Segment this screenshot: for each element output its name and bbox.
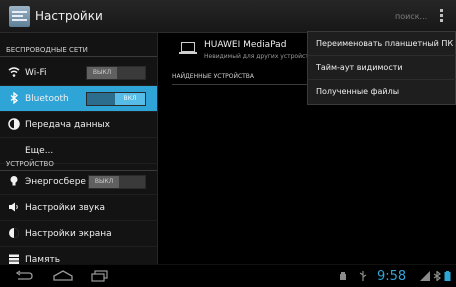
device-visibility: Невидимый для других устройств bbox=[204, 53, 313, 60]
search-button[interactable]: поиск... bbox=[395, 12, 427, 21]
sidebar-item-sound[interactable]: Настройки звука bbox=[0, 195, 157, 221]
sidebar-item-label: Wi-Fi bbox=[25, 68, 47, 78]
power-saving-toggle[interactable]: ВЫКЛ bbox=[88, 175, 146, 189]
sidebar-item-wifi[interactable]: Wi-Fi ВЫКЛ bbox=[0, 60, 157, 86]
back-icon[interactable] bbox=[14, 270, 34, 282]
sidebar-item-label: Настройки экрана bbox=[25, 229, 112, 239]
menu-item-visibility-timeout[interactable]: Тайм-аут видимости bbox=[308, 56, 456, 80]
settings-list: БЕСПРОВОДНЫЕ СЕТИ Wi-Fi ВЫКЛ Bluetooth В… bbox=[0, 33, 157, 273]
device-name[interactable]: HUAWEI MediaPad bbox=[204, 40, 286, 50]
sidebar-item-data-usage[interactable]: Передача данных bbox=[0, 112, 157, 138]
system-nav-bar: 9:58 bbox=[0, 264, 456, 287]
sidebar-item-display[interactable]: Настройки экрана bbox=[0, 221, 157, 247]
toggle-state: ВЫКЛ bbox=[89, 176, 119, 188]
clock: 9:58 bbox=[377, 269, 407, 284]
lightbulb-icon bbox=[8, 175, 20, 187]
battery-icon bbox=[444, 271, 451, 281]
toggle-state: ВКЛ bbox=[115, 93, 145, 105]
laptop-icon bbox=[179, 42, 197, 54]
overflow-menu-icon[interactable] bbox=[440, 9, 444, 24]
bluetooth-toggle[interactable]: ВКЛ bbox=[86, 92, 146, 106]
signal-icon bbox=[420, 271, 430, 281]
wifi-icon bbox=[8, 66, 20, 78]
wifi-toggle[interactable]: ВЫКЛ bbox=[86, 66, 146, 80]
overflow-menu: Переименовать планшетный ПК Тайм-аут вид… bbox=[307, 31, 456, 105]
sidebar-item-power-saving[interactable]: Энергосбере ВЫКЛ bbox=[0, 169, 157, 195]
sidebar-item-label: Передача данных bbox=[25, 120, 110, 130]
sidebar-item-label: Энергосбере bbox=[25, 177, 86, 187]
usb-icon bbox=[359, 271, 367, 281]
page-title: Настройки bbox=[35, 9, 103, 23]
bluetooth-icon bbox=[8, 91, 20, 105]
found-devices-header: НАЙДЕННЫЕ УСТРОЙСТВА bbox=[172, 73, 312, 85]
settings-app-icon[interactable] bbox=[9, 6, 30, 27]
sidebar-item-label: Настройки звука bbox=[25, 203, 106, 213]
toggle-state: ВЫКЛ bbox=[87, 67, 117, 79]
speaker-icon bbox=[8, 201, 20, 213]
menu-item-received-files[interactable]: Полученные файлы bbox=[308, 80, 456, 104]
recent-apps-icon[interactable] bbox=[91, 270, 109, 282]
sidebar-item-bluetooth[interactable]: Bluetooth ВКЛ bbox=[0, 86, 157, 112]
android-debug-icon bbox=[340, 272, 346, 280]
action-bar: Настройки поиск... bbox=[0, 0, 456, 33]
bluetooth-status-icon bbox=[433, 271, 442, 281]
section-header-wireless: БЕСПРОВОДНЫЕ СЕТИ bbox=[0, 41, 157, 57]
sidebar-item-label: Bluetooth bbox=[25, 94, 69, 104]
brightness-icon bbox=[8, 227, 20, 239]
data-usage-icon bbox=[8, 118, 20, 130]
home-icon[interactable] bbox=[52, 270, 74, 282]
menu-item-rename[interactable]: Переименовать планшетный ПК bbox=[308, 32, 456, 56]
